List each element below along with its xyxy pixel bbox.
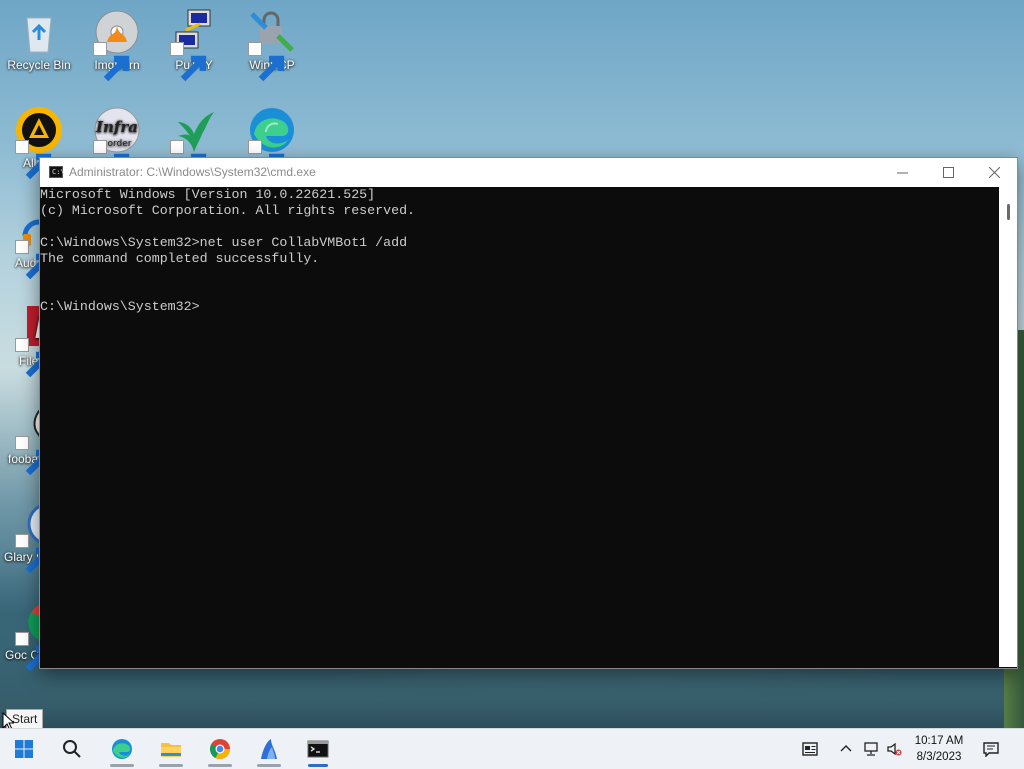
clock-date: 8/3/2023: [916, 751, 962, 763]
running-indicator: [257, 764, 281, 767]
console-output[interactable]: Microsoft Windows [Version 10.0.22621.52…: [40, 187, 999, 667]
console-line: (c) Microsoft Corporation. All rights re…: [40, 203, 416, 218]
maximize-button[interactable]: [925, 158, 971, 187]
taskbar-chrome[interactable]: [200, 729, 240, 769]
desktop-icon-imgburn[interactable]: ImgBurn: [79, 8, 155, 82]
network-icon: [864, 742, 878, 756]
volume-muted-icon: [887, 742, 902, 756]
aimp-icon: [15, 106, 63, 180]
console-line: C:\Windows\System32>net user CollabVMBot…: [40, 235, 408, 250]
running-indicator: [208, 764, 232, 767]
winscp-icon: [248, 8, 296, 82]
shortcut-arrow-icon: [15, 338, 52, 378]
putty-icon: [170, 8, 218, 82]
shortcut-arrow-icon: [15, 534, 52, 574]
desktop-icon-hummingbird[interactable]: [156, 106, 232, 180]
edge-icon: [112, 739, 132, 759]
clock-time: 10:17 AM: [914, 735, 964, 747]
active-indicator: [308, 764, 328, 767]
shortcut-arrow-icon: [248, 140, 285, 180]
edge-icon: [248, 106, 296, 180]
console-prompt[interactable]: C:\Windows\System32>: [40, 299, 999, 315]
maximize-icon: [942, 167, 954, 178]
shortcut-arrow-icon: [248, 42, 285, 82]
search-icon: [63, 740, 81, 758]
minimize-icon: [896, 172, 908, 174]
search-button[interactable]: [52, 729, 92, 769]
tray-news-button[interactable]: [800, 739, 820, 759]
taskbar-file-explorer[interactable]: [151, 729, 191, 769]
hummingbird-icon: [170, 106, 218, 180]
shortcut-arrow-icon: [15, 240, 52, 280]
shortcut-arrow-icon: [15, 436, 52, 476]
desktop-icon-infracorder[interactable]: Infra corder: [79, 106, 155, 180]
console-line: Microsoft Windows [Version 10.0.22621.52…: [40, 187, 376, 202]
shortcut-arrow-icon: [170, 140, 207, 180]
tray-network-button[interactable]: [861, 739, 881, 759]
taskbar-cmd[interactable]: [298, 729, 338, 769]
window-titlebar[interactable]: C:\ Administrator: C:\Windows\System32\c…: [40, 158, 1017, 187]
shortcut-arrow-icon: [170, 42, 207, 82]
imgburn-icon: [93, 8, 141, 82]
app-icon: [261, 739, 277, 759]
infracorder-icon: Infra corder: [93, 106, 141, 180]
desktop-icon-winscp[interactable]: WinSCP: [234, 8, 310, 82]
shortcut-arrow-icon: [15, 632, 52, 672]
running-indicator: [159, 764, 183, 767]
chevron-up-icon: [840, 745, 852, 752]
shortcut-arrow-icon: [15, 140, 52, 180]
scrollbar-thumb[interactable]: [1007, 204, 1010, 220]
cmd-window[interactable]: C:\ Administrator: C:\Windows\System32\c…: [39, 157, 1018, 669]
taskbar-clock[interactable]: 10:17 AM 8/3/2023: [905, 733, 973, 765]
close-icon: [988, 167, 1000, 178]
taskbar: 10:17 AM 8/3/2023: [0, 728, 1024, 769]
taskbar-edge[interactable]: [102, 729, 142, 769]
cmd-icon: [307, 740, 329, 758]
running-indicator: [110, 764, 134, 767]
recycle-bin-icon: [15, 8, 63, 56]
tray-show-hidden-button[interactable]: [836, 739, 856, 759]
cmd-app-icon: C:\: [49, 166, 65, 178]
chrome-icon: [210, 739, 231, 760]
svg-text:Infra: Infra: [95, 118, 138, 136]
window-title: Administrator: C:\Windows\System32\cmd.e…: [69, 165, 316, 179]
desktop-icon-recycle-bin[interactable]: Recycle Bin: [1, 8, 77, 73]
taskbar-app[interactable]: [249, 729, 289, 769]
close-button[interactable]: [971, 158, 1017, 187]
notification-icon: [983, 742, 999, 757]
news-icon: [802, 742, 818, 756]
start-button[interactable]: [4, 729, 44, 769]
start-icon: [15, 740, 33, 758]
notification-center-button[interactable]: [981, 739, 1001, 759]
console-scrollbar[interactable]: [999, 187, 1017, 667]
desktop-icon-edge[interactable]: [234, 106, 310, 180]
minimize-button[interactable]: [879, 158, 925, 187]
desktop-icon-putty[interactable]: PuTTY: [156, 8, 232, 82]
shortcut-arrow-icon: [93, 42, 130, 82]
console-line: The command completed successfully.: [40, 251, 320, 266]
file-explorer-icon: [161, 743, 181, 757]
shortcut-arrow-icon: [93, 140, 130, 180]
tray-volume-button[interactable]: [884, 739, 904, 759]
